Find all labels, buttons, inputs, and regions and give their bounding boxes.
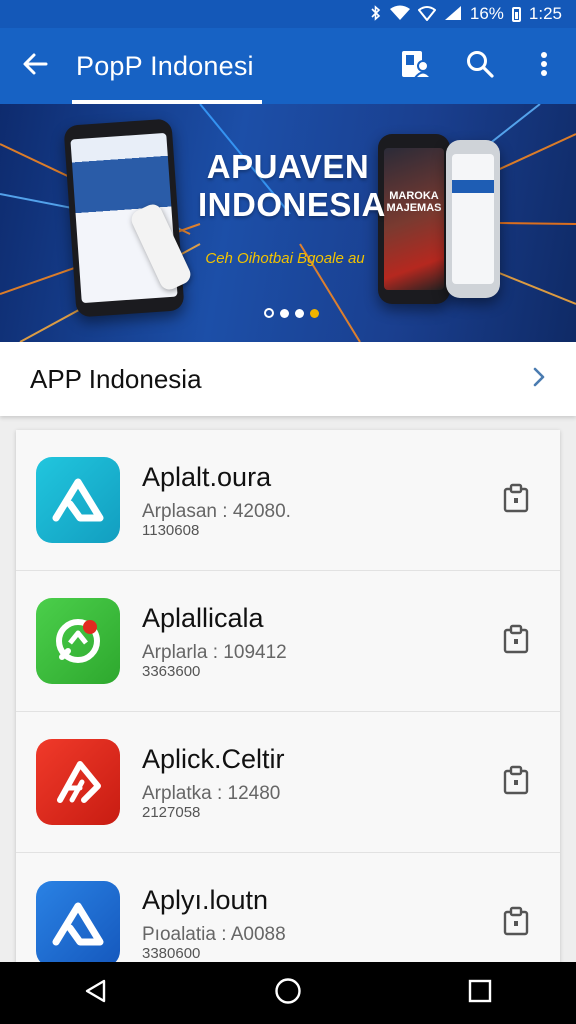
bluetooth-icon — [370, 4, 382, 24]
app-name: Aplyı.loutn — [142, 885, 269, 915]
title-tab[interactable]: PopP Indonesi — [70, 28, 262, 104]
app-meta-secondary: 3380600 — [142, 945, 201, 962]
battery-percent: 16% — [469, 4, 504, 23]
system-nav-bar — [0, 962, 576, 1024]
cell-signal-icon — [444, 5, 462, 24]
wifi-icon — [389, 5, 410, 24]
app-name: Aplick.Celtir — [142, 743, 285, 774]
app-list-item[interactable]: Aplyı.loutn Pıoalatia : A0088 3380600 — [16, 853, 560, 964]
search-icon — [466, 50, 494, 83]
teal-arrow-icon — [36, 457, 120, 543]
phone-mockup-middle — [378, 134, 450, 304]
blue-arrow-icon — [36, 880, 120, 964]
clipboard-icon — [502, 906, 530, 941]
phone-caption: MAROKA MAJEMAS — [386, 190, 442, 214]
banner-title: APUAVEN INDONESIA — [198, 148, 386, 223]
status-bar: 16% 1:25 — [0, 0, 576, 28]
clipboard-icon — [502, 483, 530, 518]
wifi-signal-icon — [417, 5, 437, 24]
app-name: Aplallicala — [142, 602, 264, 633]
book-user-icon — [400, 49, 433, 84]
chevron-right-icon — [532, 366, 546, 393]
app-list-item[interactable]: Aplick.Celtir Arplatka : 12480 2127058 — [16, 712, 560, 853]
carousel-dot[interactable] — [280, 308, 289, 318]
back-button[interactable] — [0, 28, 70, 104]
carousel-dot[interactable] — [264, 308, 274, 318]
more-options-button[interactable] — [512, 28, 576, 104]
promo-banner[interactable]: MAROKA MAJEMAS APUAVEN INDONESIA Ceh Oih… — [0, 104, 576, 342]
more-vertical-icon — [540, 51, 548, 82]
battery-icon — [511, 6, 521, 22]
carousel-dot[interactable] — [295, 308, 304, 318]
app-meta-secondary: 1130608 — [142, 521, 200, 539]
banner-subtitle: Ceh Oihotbai Bgoale au — [205, 250, 365, 267]
search-button[interactable] — [448, 28, 512, 104]
account-button[interactable] — [384, 28, 448, 104]
circle-home-icon — [274, 977, 302, 1010]
save-app-button[interactable] — [496, 621, 536, 661]
app-list-item[interactable]: Aplalt.oura Arplasan : 42080. 1130608 — [16, 430, 560, 571]
nav-home-button[interactable] — [248, 962, 328, 1024]
section-title: APP Indonesia — [30, 363, 202, 394]
square-recents-icon — [467, 978, 493, 1009]
section-header[interactable]: APP Indonesia — [0, 342, 576, 416]
app-meta-secondary: 2127058 — [142, 803, 201, 821]
phone-mockup-right — [446, 140, 500, 298]
clipboard-icon — [502, 624, 530, 659]
app-meta: Arplarla : 109412 — [142, 641, 287, 663]
app-bar-actions — [384, 28, 576, 104]
save-app-button[interactable] — [496, 904, 536, 944]
save-app-button[interactable] — [496, 480, 536, 520]
carousel-dot-active[interactable] — [310, 308, 319, 318]
app-meta: Pıoalatia : A0088 — [142, 924, 286, 945]
green-chat-icon — [36, 598, 120, 684]
app-list: Aplalt.oura Arplasan : 42080. 1130608 Ap… — [16, 430, 560, 964]
nav-recents-button[interactable] — [440, 962, 520, 1024]
red-arrow-icon — [36, 739, 120, 825]
clock: 1:25 — [528, 4, 562, 23]
save-app-button[interactable] — [496, 762, 536, 802]
app-list-item[interactable]: Aplallicala Arplarla : 109412 3363600 — [16, 571, 560, 712]
nav-back-button[interactable] — [56, 962, 136, 1024]
app-name: Aplalt.oura — [142, 461, 272, 492]
clipboard-icon — [502, 765, 530, 800]
arrow-left-icon — [22, 51, 48, 82]
app-meta-secondary: 3363600 — [142, 662, 201, 680]
app-meta: Arplasan : 42080. — [142, 500, 291, 522]
app-title: PopP Indonesi — [76, 50, 254, 81]
carousel-indicators — [264, 308, 319, 318]
app-bar: PopP Indonesi — [0, 28, 576, 104]
app-meta: Arplatka : 12480 — [142, 782, 281, 804]
triangle-back-icon — [83, 978, 109, 1009]
